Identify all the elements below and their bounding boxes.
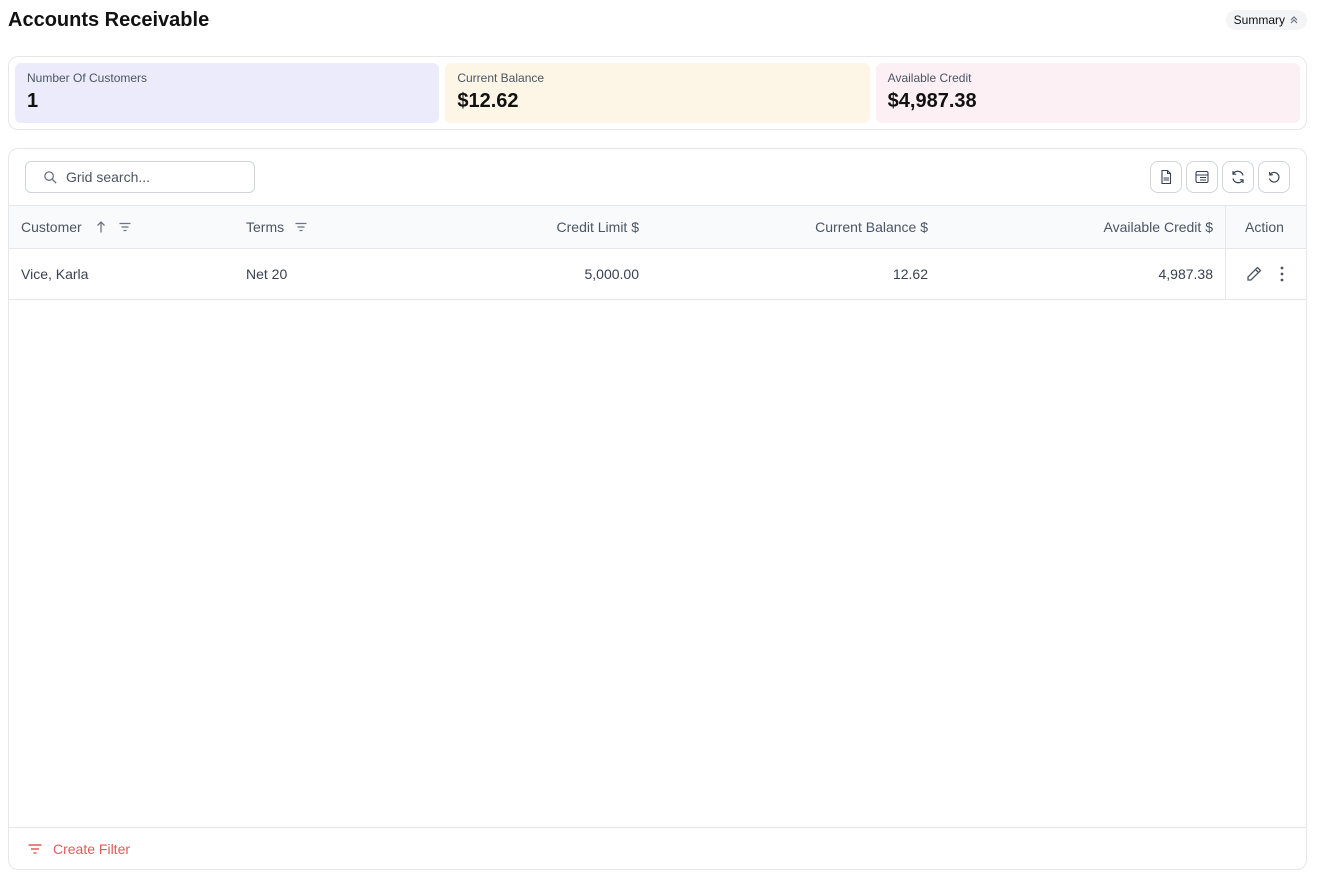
column-header-current-balance[interactable]: Current Balance $ — [815, 206, 928, 248]
filter-icon — [28, 843, 42, 854]
columns-button[interactable] — [1186, 161, 1218, 193]
table-header: Customer Terms Credit Limit $ Current Ba… — [9, 205, 1306, 249]
column-header-available-credit[interactable]: Available Credit $ — [1104, 206, 1213, 248]
reset-button[interactable] — [1258, 161, 1290, 193]
filter-icon[interactable] — [294, 220, 308, 234]
column-header-label: Credit Limit $ — [556, 219, 639, 235]
column-header-credit-limit[interactable]: Credit Limit $ — [557, 206, 639, 248]
summary-toggle-label: Summary — [1233, 13, 1285, 27]
refresh-icon — [1232, 170, 1244, 184]
filter-icon[interactable] — [118, 220, 132, 234]
column-header-customer[interactable]: Customer — [21, 206, 132, 248]
grid-search[interactable] — [25, 161, 255, 193]
column-header-label: Terms — [246, 219, 285, 235]
cell-current-balance: 12.62 — [892, 266, 928, 282]
export-xlsx-icon — [1161, 169, 1172, 185]
card-value: $12.62 — [457, 90, 519, 112]
columns-icon — [1195, 170, 1209, 184]
column-header-label: Current Balance $ — [815, 219, 928, 235]
chevron-up-icon — [1290, 16, 1298, 24]
column-header-label: Available Credit $ — [1103, 219, 1213, 235]
column-header-terms[interactable]: Terms — [246, 206, 308, 248]
more-options-icon[interactable] — [1279, 265, 1285, 283]
card-label: Current Balance — [457, 71, 545, 85]
search-input[interactable] — [66, 169, 236, 185]
cell-customer: Vice, Karla — [21, 266, 89, 282]
column-header-label: Action — [1245, 219, 1284, 235]
grid-toolbar — [1150, 161, 1290, 193]
card-number-of-customers: Number Of Customers 1 — [15, 63, 440, 123]
refresh-button[interactable] — [1222, 161, 1254, 193]
card-value: $4,987.38 — [887, 90, 977, 112]
table-row[interactable]: Vice, Karla Net 20 5,000.00 12.62 4,987.… — [9, 249, 1306, 300]
column-header-label: Customer — [21, 219, 82, 235]
summary-cards: Number Of Customers 1 Current Balance $1… — [8, 56, 1307, 130]
cell-available-credit: 4,987.38 — [1158, 266, 1214, 282]
data-grid: Customer Terms Credit Limit $ Current Ba… — [8, 148, 1307, 870]
export-xlsx-button[interactable] — [1150, 161, 1182, 193]
cell-terms: Net 20 — [246, 266, 288, 282]
cell-actions — [1245, 249, 1285, 299]
card-current-balance: Current Balance $12.62 — [445, 63, 870, 123]
grid-footer: Create Filter — [9, 827, 1306, 869]
card-value: 1 — [27, 90, 39, 112]
card-available-credit: Available Credit $4,987.38 — [875, 63, 1300, 123]
cell-credit-limit: 5,000.00 — [584, 266, 640, 282]
action-column-divider — [1225, 205, 1226, 300]
edit-icon[interactable] — [1245, 265, 1263, 283]
column-header-action: Action — [1245, 206, 1284, 248]
summary-toggle-button[interactable]: Summary — [1225, 10, 1307, 30]
reset-icon — [1268, 171, 1280, 183]
card-label: Number Of Customers — [27, 71, 148, 85]
page-title: Accounts Receivable — [8, 9, 210, 31]
create-filter-button[interactable]: Create Filter — [53, 841, 130, 857]
sort-ascending-icon[interactable] — [94, 220, 108, 234]
card-label: Available Credit — [887, 71, 972, 85]
search-icon — [44, 170, 57, 184]
